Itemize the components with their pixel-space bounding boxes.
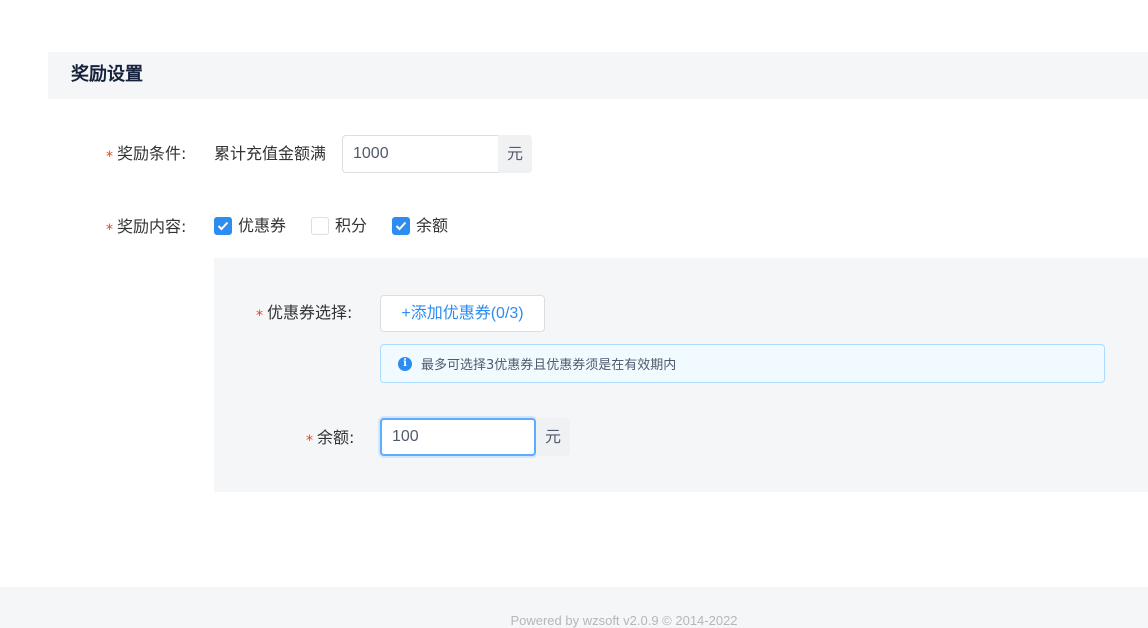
checkbox-coupon[interactable]: 优惠券	[214, 216, 286, 236]
balance-amount-input[interactable]: 100	[380, 418, 536, 456]
balance-amount-group: 100 元	[380, 418, 570, 456]
page-footer: Powered by wzsoft v2.0.9 © 2014-2022	[0, 587, 1148, 628]
condition-prefix-text: 累计充值金额满	[214, 144, 327, 163]
checkbox-balance-label: 余额	[416, 216, 449, 235]
checkbox-points[interactable]: 积分	[311, 216, 367, 236]
checkbox-checked-icon[interactable]	[392, 217, 410, 235]
coupon-info-text: 最多可选择3优惠券且优惠券须是在有效期内	[421, 358, 677, 373]
required-mark: *	[106, 222, 113, 238]
required-mark: *	[106, 149, 113, 165]
balance-unit-addon: 元	[536, 418, 570, 456]
balance-label: * 余额:	[306, 428, 354, 449]
coupon-select-label-text: 优惠券选择:	[267, 303, 353, 322]
add-coupon-button[interactable]: +添加优惠券(0/3)	[380, 295, 545, 332]
reward-condition-label: * 奖励条件:	[106, 144, 186, 165]
condition-amount-input[interactable]: 1000	[342, 135, 498, 173]
balance-label-text: 余额:	[317, 428, 355, 447]
checkbox-balance[interactable]: 余额	[392, 216, 448, 236]
condition-unit-addon: 元	[498, 135, 532, 173]
reward-content-label-text: 奖励内容:	[117, 217, 187, 236]
required-mark: *	[256, 308, 263, 324]
coupon-select-label: * 优惠券选择:	[256, 303, 352, 324]
checkbox-unchecked-icon[interactable]	[311, 217, 329, 235]
section-header: 奖励设置	[48, 52, 1148, 99]
reward-content-label: * 奖励内容:	[106, 217, 186, 238]
footer-copyright: Powered by wzsoft v2.0.9 © 2014-2022	[510, 613, 738, 628]
coupon-info-alert: i 最多可选择3优惠券且优惠券须是在有效期内	[380, 344, 1105, 383]
info-icon: i	[398, 356, 412, 371]
checkbox-points-label: 积分	[335, 216, 368, 235]
condition-amount-group: 1000 元	[342, 135, 532, 173]
checkbox-checked-icon[interactable]	[214, 217, 232, 235]
reward-condition-label-text: 奖励条件:	[117, 144, 187, 163]
section-title: 奖励设置	[71, 64, 143, 85]
checkbox-coupon-label: 优惠券	[238, 216, 287, 235]
required-mark: *	[306, 433, 313, 449]
